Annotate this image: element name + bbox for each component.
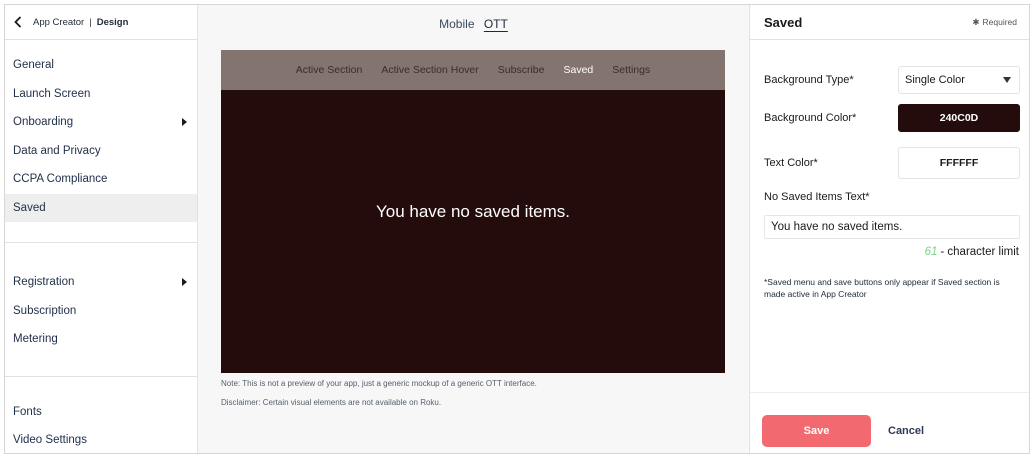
preview-disclaimer: Disclaimer: Certain visual elements are …: [221, 398, 442, 407]
sidebar-item-subscription[interactable]: Subscription: [5, 297, 197, 326]
sidebar-group-content: General Launch Screen Onboarding Data an…: [5, 40, 197, 243]
breadcrumb-separator: |: [89, 16, 92, 28]
mockup-nav-active-section-hover: Active Section Hover: [381, 64, 479, 76]
mockup-nav-saved: Saved: [563, 64, 594, 76]
panel-footer: Save Cancel: [750, 392, 1029, 453]
character-limit: 61- character limit: [925, 246, 1019, 258]
sidebar-item-general[interactable]: General: [5, 51, 197, 80]
background-type-value: Single Color: [905, 74, 965, 86]
mockup-nav-settings: Settings: [612, 64, 651, 76]
asterisk-icon: ✱: [972, 16, 980, 27]
submenu-arrow-icon: [182, 278, 187, 287]
sidebar-item-launch-screen[interactable]: Launch Screen: [5, 80, 197, 109]
sidebar-item-label: Saved: [13, 201, 46, 214]
sidebar-header: App Creator | Design: [5, 5, 197, 40]
breadcrumb-current: Design: [96, 16, 129, 28]
sidebar-item-fonts[interactable]: Fonts: [5, 398, 197, 427]
sidebar-item-label: Onboarding: [13, 116, 74, 129]
preview-note: Note: This is not a preview of your app,…: [221, 379, 537, 388]
sidebar-item-metering[interactable]: Metering: [5, 325, 197, 354]
required-label: Required: [982, 17, 1018, 27]
sidebar-item-video-settings[interactable]: Video Settings: [5, 426, 197, 453]
sidebar-item-onboarding[interactable]: Onboarding: [5, 108, 197, 137]
sidebar-group-access: Registration Subscription Metering: [5, 243, 197, 377]
dropdown-caret-icon: [1003, 77, 1011, 83]
text-color-row: Text Color* FFFFFF: [764, 147, 1020, 179]
sidebar-item-label: Video Settings: [13, 434, 87, 447]
sidebar-item-label: General: [13, 59, 54, 72]
breadcrumb-app[interactable]: App Creator: [33, 17, 84, 28]
mockup-nav-active-section: Active Section: [295, 64, 363, 76]
tab-mobile[interactable]: Mobile: [439, 17, 474, 31]
sidebar-item-label: Launch Screen: [13, 87, 91, 100]
background-type-row: Background Type* Single Color: [764, 66, 1020, 94]
submenu-arrow-icon: [182, 118, 187, 127]
sidebar-item-label: Metering: [13, 333, 58, 346]
background-color-row: Background Color* 240C0D: [764, 104, 1020, 132]
sidebar-item-registration[interactable]: Registration: [5, 268, 197, 297]
sidebar-item-label: Data and Privacy: [13, 144, 101, 157]
sidebar-item-ccpa-compliance[interactable]: CCPA Compliance: [5, 165, 197, 194]
background-color-label: Background Color*: [764, 112, 857, 124]
panel-title: Saved: [764, 14, 803, 30]
no-saved-items-input[interactable]: You have no saved items.: [764, 215, 1020, 239]
sidebar-item-data-and-privacy[interactable]: Data and Privacy: [5, 137, 197, 166]
sidebar-item-label: Fonts: [13, 405, 42, 418]
sidebar-item-label: Subscription: [13, 304, 77, 317]
save-button[interactable]: Save: [762, 415, 871, 447]
background-color-swatch[interactable]: 240C0D: [898, 104, 1020, 132]
mockup-nav-bar: Active Section Active Section Hover Subs…: [221, 50, 725, 90]
app-window: App Creator | Design General Launch Scre…: [4, 4, 1030, 454]
mockup-nav-subscribe: Subscribe: [497, 64, 545, 76]
background-color-value: 240C0D: [939, 112, 979, 124]
panel-header: Saved ✱ Required: [750, 5, 1029, 40]
sidebar-item-label: Registration: [13, 276, 75, 289]
tab-ott[interactable]: OTT: [484, 17, 508, 31]
character-limit-suffix: - character limit: [940, 246, 1019, 258]
background-type-select[interactable]: Single Color: [898, 66, 1020, 94]
sidebar-item-saved[interactable]: Saved: [5, 193, 197, 222]
saved-menu-hint: *Saved menu and save buttons only appear…: [764, 277, 1000, 299]
mockup-empty-message: You have no saved items.: [375, 202, 571, 221]
ott-mockup: Active Section Active Section Hover Subs…: [221, 50, 725, 373]
sidebar: App Creator | Design General Launch Scre…: [5, 5, 198, 454]
text-color-value: FFFFFF: [939, 157, 979, 169]
text-color-label: Text Color*: [764, 157, 818, 169]
cancel-button[interactable]: Cancel: [888, 415, 924, 447]
device-toggle: Mobile OTT: [198, 17, 749, 31]
character-limit-count: 61: [924, 246, 938, 258]
background-type-label: Background Type*: [764, 74, 854, 86]
sidebar-group-style: Fonts Video Settings: [5, 377, 197, 454]
preview-area: Mobile OTT Active Section Active Section…: [198, 5, 749, 453]
no-saved-items-label: No Saved Items Text*: [764, 191, 870, 203]
text-color-swatch[interactable]: FFFFFF: [898, 147, 1020, 179]
back-chevron-icon[interactable]: [11, 16, 25, 28]
sidebar-item-label: CCPA Compliance: [13, 173, 108, 186]
required-legend: ✱ Required: [972, 17, 1017, 28]
settings-panel: Saved ✱ Required Background Type* Single…: [749, 5, 1029, 453]
